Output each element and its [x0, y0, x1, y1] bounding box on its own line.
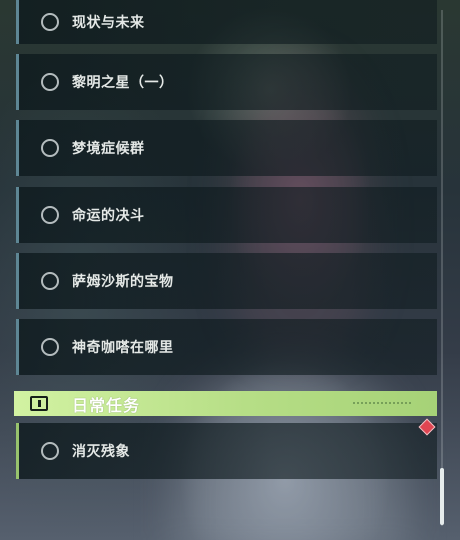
quest-item-samushasi[interactable]: 萨姆沙斯的宝物 [16, 253, 437, 309]
radio-circle-icon [41, 206, 59, 224]
quest-label: 命运的决斗 [72, 208, 145, 224]
daily-quests-header[interactable]: 日常任务 [14, 391, 437, 416]
scrollbar-track[interactable] [441, 10, 443, 526]
quest-label: 萨姆沙斯的宝物 [72, 274, 174, 290]
quest-item-liming[interactable]: 黎明之星（一） [16, 54, 437, 110]
quest-label: 梦境症候群 [72, 141, 145, 157]
radio-circle-icon [41, 73, 59, 91]
radio-circle-icon [41, 338, 59, 356]
radio-circle-icon [41, 13, 59, 31]
quest-item-mengjing[interactable]: 梦境症候群 [16, 120, 437, 176]
quest-label: 现状与未来 [72, 15, 145, 31]
exclamation-box-icon [30, 396, 48, 411]
quest-label: 消灭残象 [72, 444, 130, 460]
radio-circle-icon [41, 272, 59, 290]
quest-label: 神奇咖嗒在哪里 [72, 340, 174, 356]
daily-quests-title: 日常任务 [72, 395, 141, 415]
quest-item-shenqi[interactable]: 神奇咖嗒在哪里 [16, 319, 437, 375]
quest-label: 黎明之星（一） [72, 75, 174, 91]
quest-item-xianzhuang[interactable]: 现状与未来 [16, 0, 437, 44]
radio-circle-icon [41, 139, 59, 157]
header-decoration [353, 402, 413, 404]
scrollbar-thumb[interactable] [440, 468, 444, 525]
quest-item-mingyun[interactable]: 命运的决斗 [16, 187, 437, 243]
quest-item-xiaomie[interactable]: 消灭残象 [16, 423, 437, 479]
quest-list: 现状与未来 黎明之星（一） 梦境症候群 命运的决斗 萨姆沙斯的宝物 神奇咖嗒在哪… [0, 0, 460, 540]
radio-circle-icon [41, 442, 59, 460]
